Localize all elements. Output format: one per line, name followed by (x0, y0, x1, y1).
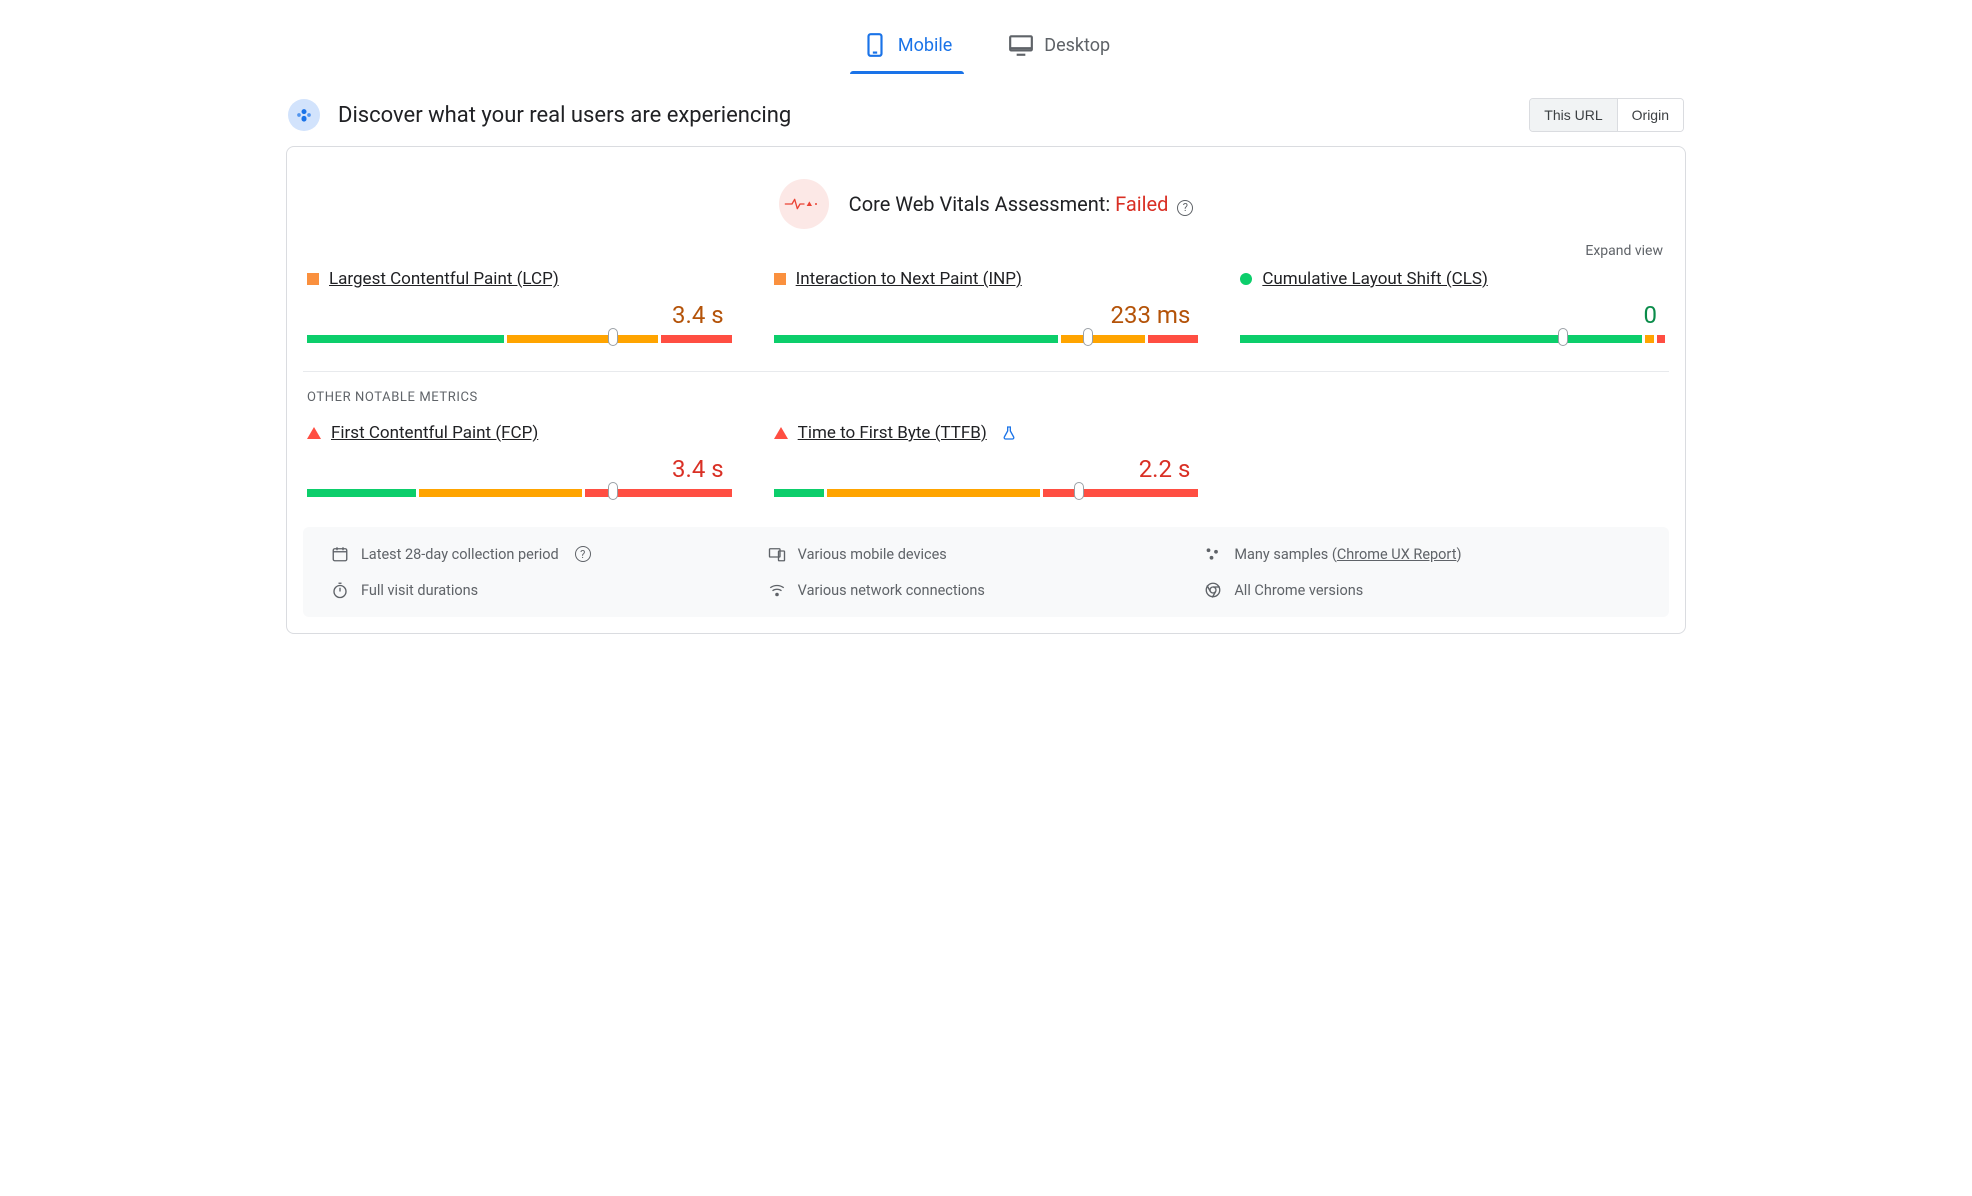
status-icon (1240, 273, 1252, 285)
status-icon (774, 427, 788, 439)
metric-ttfb-name[interactable]: Time to First Byte (TTFB) (798, 423, 987, 443)
mobile-icon (862, 32, 888, 58)
assessment-text: Core Web Vitals Assessment: Failed ? (849, 192, 1194, 216)
other-metrics: First Contentful Paint (FCP) 3.4 s Time … (303, 423, 1669, 497)
bar-marker (608, 482, 618, 500)
wifi-icon (768, 581, 786, 599)
metric-fcp: First Contentful Paint (FCP) 3.4 s (307, 423, 732, 497)
footer-durations: Full visit durations (331, 581, 768, 599)
header-row: Discover what your real users are experi… (286, 98, 1686, 132)
metric-lcp-bar (307, 335, 732, 343)
metric-lcp: Largest Contentful Paint (LCP) 3.4 s (307, 269, 732, 343)
metric-lcp-value: 3.4 s (307, 301, 724, 329)
device-tabs: Mobile Desktop (286, 20, 1686, 74)
bar-marker (1558, 328, 1568, 346)
footer-samples: Many samples (Chrome UX Report) (1204, 545, 1641, 563)
footer-info: Latest 28-day collection period ? Variou… (303, 527, 1669, 617)
metric-fcp-value: 3.4 s (307, 455, 724, 483)
help-icon[interactable]: ? (575, 546, 591, 562)
desktop-icon (1008, 32, 1034, 58)
tab-desktop-label: Desktop (1044, 35, 1110, 56)
status-icon (307, 427, 321, 439)
scope-this-url[interactable]: This URL (1530, 99, 1616, 131)
metric-cls: Cumulative Layout Shift (CLS) 0 (1240, 269, 1665, 343)
metric-cls-value: 0 (1240, 301, 1657, 329)
assessment-row: Core Web Vitals Assessment: Failed ? (303, 179, 1669, 229)
scatter-icon (1204, 545, 1222, 563)
status-icon (774, 273, 786, 285)
metric-cls-name[interactable]: Cumulative Layout Shift (CLS) (1262, 269, 1488, 289)
bar-marker (1083, 328, 1093, 346)
metric-cls-bar (1240, 335, 1665, 343)
metric-fcp-name[interactable]: First Contentful Paint (FCP) (331, 423, 538, 443)
footer-chrome: All Chrome versions (1204, 581, 1641, 599)
devices-icon (768, 545, 786, 563)
other-metrics-label: OTHER NOTABLE METRICS (307, 390, 1665, 405)
footer-period: Latest 28-day collection period ? (331, 545, 768, 563)
footer-devices: Various mobile devices (768, 545, 1205, 563)
metric-ttfb: Time to First Byte (TTFB) 2.2 s (774, 423, 1199, 497)
flask-icon (1001, 425, 1017, 441)
metric-empty (1240, 423, 1665, 497)
metric-fcp-bar (307, 489, 732, 497)
bar-marker (1074, 482, 1084, 500)
stopwatch-icon (331, 581, 349, 599)
tab-mobile[interactable]: Mobile (858, 20, 956, 74)
header-title: Discover what your real users are experi… (338, 103, 791, 128)
footer-network: Various network connections (768, 581, 1205, 599)
metric-lcp-name[interactable]: Largest Contentful Paint (LCP) (329, 269, 559, 289)
metric-ttfb-value: 2.2 s (774, 455, 1191, 483)
assessment-label: Core Web Vitals Assessment: (849, 192, 1115, 216)
bar-marker (608, 328, 618, 346)
users-icon (288, 99, 320, 131)
metric-inp: Interaction to Next Paint (INP) 233 ms (774, 269, 1199, 343)
crux-link[interactable]: Chrome UX Report (1337, 546, 1457, 563)
pulse-icon (779, 179, 829, 229)
status-icon (307, 273, 319, 285)
scope-origin[interactable]: Origin (1617, 99, 1683, 131)
divider (303, 371, 1669, 372)
assessment-status: Failed (1115, 192, 1168, 216)
help-icon[interactable]: ? (1177, 200, 1193, 216)
metric-ttfb-bar (774, 489, 1199, 497)
tab-desktop[interactable]: Desktop (1004, 20, 1114, 74)
core-metrics: Largest Contentful Paint (LCP) 3.4 s Int… (303, 269, 1669, 343)
expand-view-link[interactable]: Expand view (303, 243, 1663, 259)
metric-inp-value: 233 ms (774, 301, 1191, 329)
scope-toggle: This URL Origin (1529, 98, 1684, 132)
tab-mobile-label: Mobile (898, 35, 952, 56)
chrome-icon (1204, 581, 1222, 599)
metric-inp-name[interactable]: Interaction to Next Paint (INP) (796, 269, 1022, 289)
vitals-card: Core Web Vitals Assessment: Failed ? Exp… (286, 146, 1686, 634)
calendar-icon (331, 545, 349, 563)
metric-inp-bar (774, 335, 1199, 343)
